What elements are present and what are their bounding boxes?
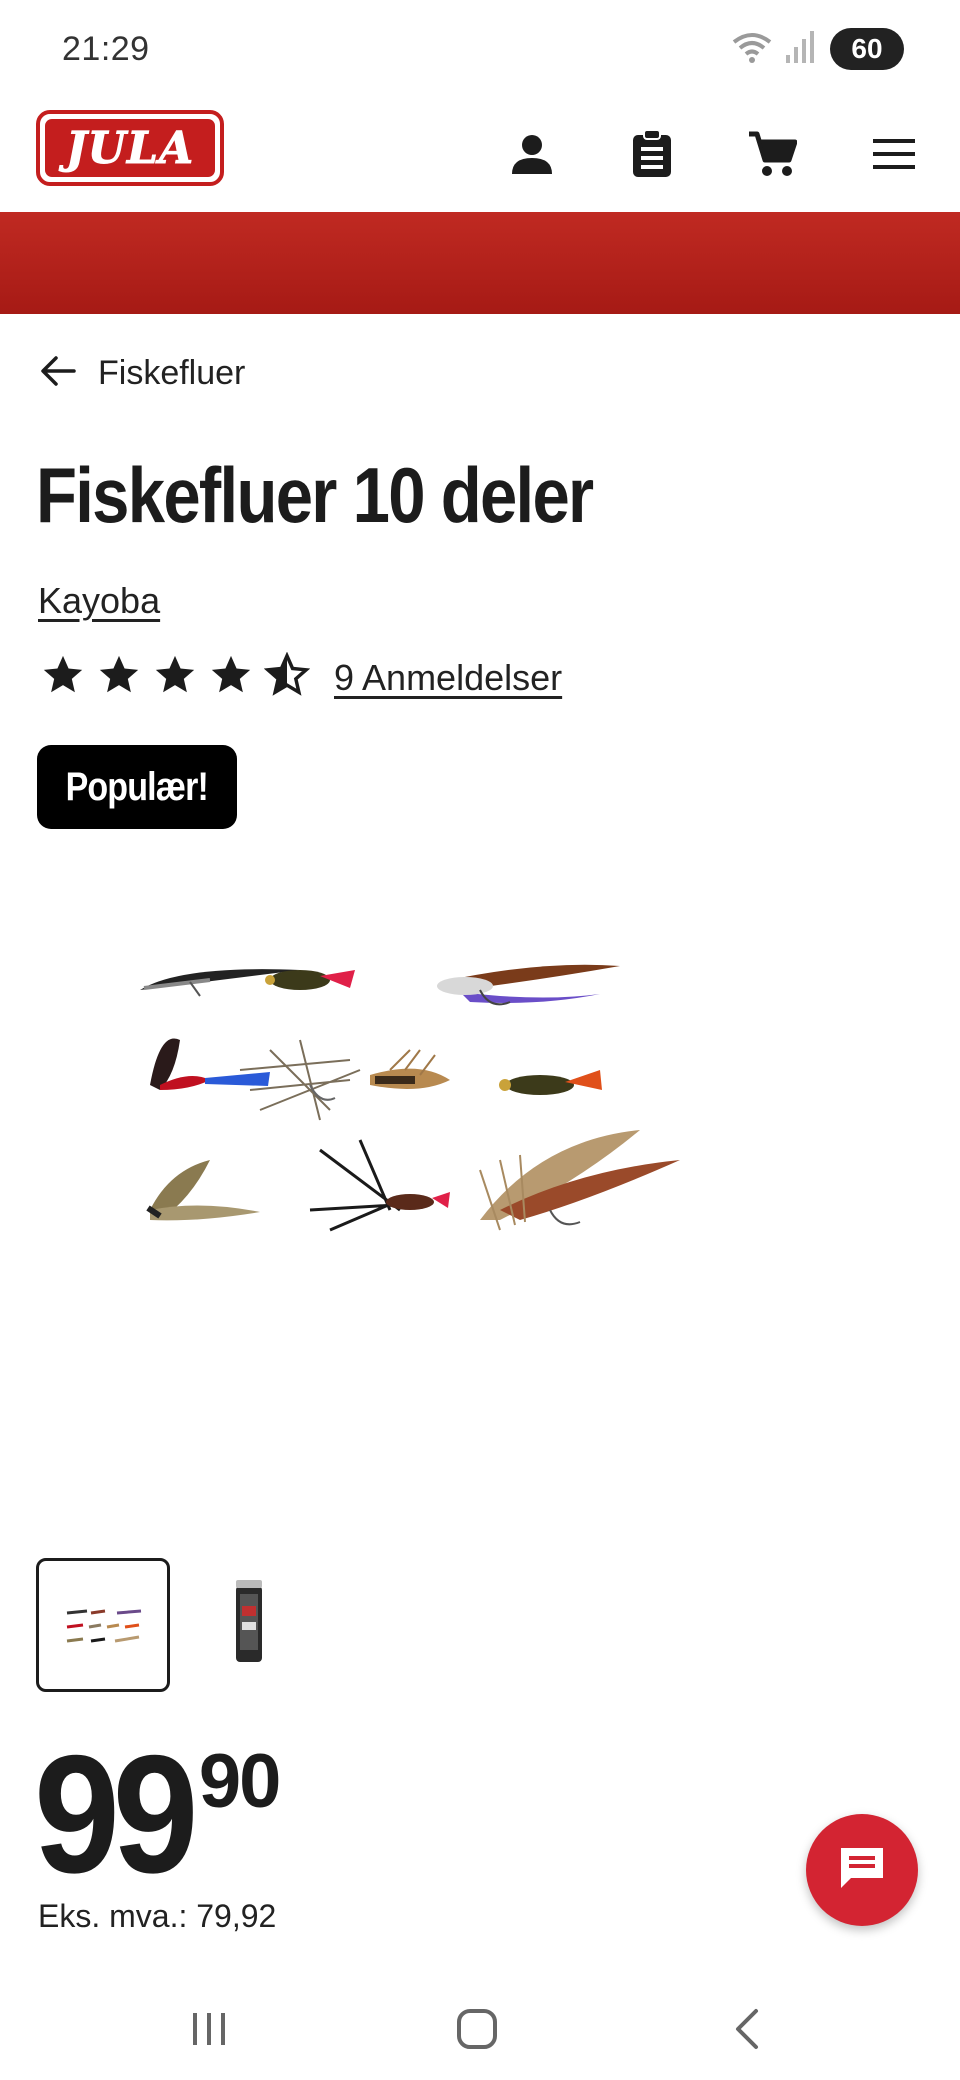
- price-decimals: 90: [198, 1739, 282, 1824]
- status-time: 21:29: [62, 30, 150, 68]
- back-icon[interactable]: [702, 1994, 792, 2064]
- brand-link[interactable]: Kayoba: [38, 580, 160, 622]
- home-icon[interactable]: [432, 1994, 522, 2064]
- battery-indicator: 60: [830, 28, 904, 70]
- popular-badge: Populær!: [37, 745, 237, 829]
- half-star-icon: [263, 651, 311, 703]
- chat-icon: [837, 1844, 887, 1897]
- system-nav-bar: [0, 1980, 960, 2080]
- logo-text: JULA: [65, 122, 195, 174]
- breadcrumb-label[interactable]: Fiskefluer: [98, 354, 245, 393]
- promo-banner[interactable]: [0, 212, 960, 314]
- price: 99 90: [34, 1720, 282, 1908]
- recent-apps-icon[interactable]: [164, 1994, 254, 2064]
- rating-row[interactable]: 9 Anmeldelser: [40, 651, 562, 703]
- thumbnail-package[interactable]: [196, 1558, 330, 1692]
- arrow-left-icon[interactable]: [40, 355, 76, 392]
- thumbnail-flies[interactable]: [36, 1558, 170, 1692]
- star-icon: [96, 652, 142, 703]
- jula-logo[interactable]: JULA: [36, 110, 224, 186]
- breadcrumb[interactable]: Fiskefluer: [40, 354, 245, 393]
- site-header: JULA: [0, 100, 960, 212]
- badge-label: Populær!: [65, 764, 209, 809]
- star-icon: [152, 652, 198, 703]
- account-icon[interactable]: [500, 122, 564, 186]
- chat-button[interactable]: [806, 1814, 918, 1926]
- menu-icon[interactable]: [862, 122, 926, 186]
- status-bar: 21:29 60: [0, 0, 960, 100]
- product-image[interactable]: [120, 910, 840, 1360]
- star-icon: [40, 652, 86, 703]
- star-icon: [208, 652, 254, 703]
- signal-icon: [786, 30, 816, 68]
- cart-icon[interactable]: [740, 122, 804, 186]
- order-list-icon[interactable]: [620, 122, 684, 186]
- wifi-icon: [732, 30, 772, 69]
- reviews-link[interactable]: 9 Anmeldelser: [334, 657, 562, 699]
- status-icons: 60: [732, 28, 904, 70]
- price-excl-vat: Eks. mva.: 79,92: [38, 1898, 277, 1934]
- product-title: Fiskefluer 10 deler: [36, 451, 594, 539]
- price-main: 99: [34, 1720, 199, 1908]
